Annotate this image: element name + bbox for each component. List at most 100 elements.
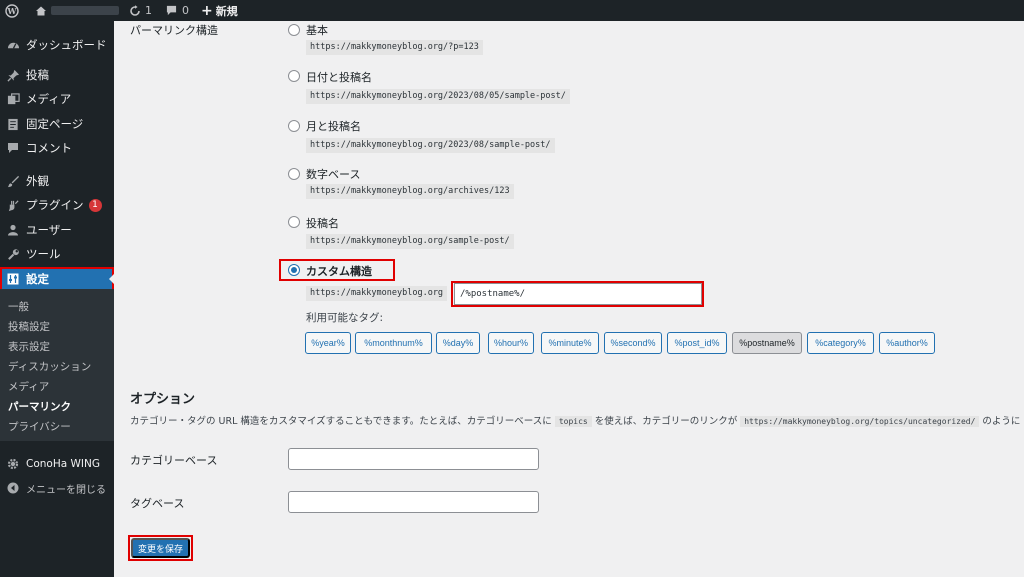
sidebar-item-tools[interactable]: ツール bbox=[0, 242, 114, 266]
radio-day-name[interactable] bbox=[288, 70, 300, 82]
sidebar-item-label: ツール bbox=[26, 247, 61, 261]
save-changes-button[interactable]: 変更を保存 bbox=[131, 538, 190, 558]
new-label: 新規 bbox=[215, 4, 238, 18]
option-label-plain: 基本 bbox=[306, 24, 328, 37]
radio-post-name[interactable] bbox=[288, 216, 300, 228]
option-label-post-name: 投稿名 bbox=[306, 217, 339, 230]
sidebar-item-pages[interactable]: 固定ページ bbox=[0, 112, 114, 136]
updates-count: 1 bbox=[145, 4, 152, 17]
plus-icon: + bbox=[201, 2, 213, 19]
tag-base-input[interactable] bbox=[288, 491, 539, 513]
updates-icon bbox=[129, 4, 141, 17]
options-desc-code-url: https://makkymoneyblog.org/topics/uncate… bbox=[740, 416, 980, 427]
tag-year-button[interactable]: %year% bbox=[305, 332, 351, 354]
tag-second-button[interactable]: %second% bbox=[604, 332, 662, 354]
submenu-media[interactable]: メディア bbox=[8, 379, 49, 394]
svg-text:W: W bbox=[7, 6, 18, 16]
tag-monthnum-button[interactable]: %monthnum% bbox=[355, 332, 432, 354]
sidebar-item-label: ConoHa WING bbox=[26, 458, 100, 470]
sidebar-item-label: 固定ページ bbox=[26, 117, 84, 131]
submenu-privacy[interactable]: プライバシー bbox=[8, 419, 71, 434]
wordpress-logo-icon[interactable]: W bbox=[5, 0, 19, 21]
options-desc-text-2: を使えば、カテゴリーのリンクが bbox=[594, 416, 738, 427]
permalink-structure-label: パーマリンク構造 bbox=[130, 24, 218, 37]
sidebar-item-label: 投稿 bbox=[26, 68, 49, 82]
sidebar-item-label: 外観 bbox=[26, 174, 49, 188]
sidebar-item-users[interactable]: ユーザー bbox=[0, 218, 114, 242]
dashboard-icon bbox=[6, 38, 20, 52]
submenu-reading[interactable]: 表示設定 bbox=[8, 339, 50, 354]
sidebar-item-media[interactable]: メディア bbox=[0, 87, 114, 111]
radio-custom[interactable] bbox=[288, 264, 300, 276]
sidebar-item-settings[interactable]: 設定 bbox=[0, 267, 114, 291]
sidebar-item-conoha[interactable]: ConoHa WING bbox=[0, 452, 114, 476]
radio-month-name[interactable] bbox=[288, 120, 300, 132]
submenu-general[interactable]: 一般 bbox=[8, 299, 29, 314]
sidebar-item-plugins[interactable]: プラグイン 1 bbox=[0, 193, 114, 217]
sidebar-item-label: メディア bbox=[26, 92, 72, 106]
category-base-label: カテゴリーベース bbox=[130, 454, 218, 467]
collapse-arrow-icon bbox=[6, 481, 20, 495]
settings-icon bbox=[6, 272, 20, 286]
settings-submenu: 一般 投稿設定 表示設定 ディスカッション メディア パーマリンク プライバシー bbox=[0, 289, 114, 441]
admin-sidebar: ダッシュボード 投稿 メディア 固定ページ コメント 外観 プラグイン 1 ユー… bbox=[0, 21, 114, 577]
media-icon bbox=[6, 92, 20, 106]
comments-link[interactable]: 0 bbox=[166, 0, 189, 21]
radio-plain[interactable] bbox=[288, 24, 300, 36]
example-url-day-name: https://makkymoneyblog.org/2023/08/05/sa… bbox=[306, 89, 570, 104]
new-content-link[interactable]: + 新規 bbox=[201, 0, 238, 21]
plugin-icon bbox=[6, 198, 20, 212]
sidebar-item-posts[interactable]: 投稿 bbox=[0, 63, 114, 87]
pin-icon bbox=[6, 68, 20, 82]
radio-numeric[interactable] bbox=[288, 168, 300, 180]
submenu-permalinks[interactable]: パーマリンク bbox=[8, 399, 71, 414]
example-url-post-name: https://makkymoneyblog.org/sample-post/ bbox=[306, 234, 514, 249]
option-label-custom: カスタム構造 bbox=[306, 265, 372, 278]
tag-hour-button[interactable]: %hour% bbox=[488, 332, 534, 354]
example-url-plain: https://makkymoneyblog.org/?p=123 bbox=[306, 40, 483, 55]
comment-bubble-icon bbox=[166, 5, 177, 16]
tag-category-button[interactable]: %category% bbox=[807, 332, 874, 354]
wrench-icon bbox=[6, 247, 20, 261]
sidebar-item-label: ダッシュボード bbox=[26, 38, 107, 52]
options-desc-text-1: カテゴリー・タグの URL 構造をカスタマイズすることもできます。たとえば、カテ… bbox=[130, 416, 552, 427]
submenu-discussion[interactable]: ディスカッション bbox=[8, 359, 91, 374]
collapse-menu-button[interactable]: メニューを閉じる bbox=[0, 476, 114, 500]
tag-day-button[interactable]: %day% bbox=[436, 332, 480, 354]
options-description: カテゴリー・タグの URL 構造をカスタマイズすることもできます。たとえば、カテ… bbox=[130, 414, 1024, 429]
example-url-month-name: https://makkymoneyblog.org/2023/08/sampl… bbox=[306, 138, 555, 153]
tag-postname-button[interactable]: %postname% bbox=[732, 332, 802, 354]
tag-minute-button[interactable]: %minute% bbox=[541, 332, 599, 354]
admin-bar: W 1 0 + 新規 bbox=[0, 0, 1024, 21]
tag-base-label: タグベース bbox=[130, 497, 185, 510]
example-url-numeric: https://makkymoneyblog.org/archives/123 bbox=[306, 184, 514, 199]
sidebar-item-comments[interactable]: コメント bbox=[0, 136, 114, 160]
updates-link[interactable]: 1 bbox=[129, 0, 152, 21]
submenu-writing[interactable]: 投稿設定 bbox=[8, 319, 50, 334]
plugin-update-badge: 1 bbox=[88, 198, 102, 212]
option-label-numeric: 数字ベース bbox=[306, 168, 361, 181]
options-heading: オプション bbox=[130, 392, 196, 407]
comments-count: 0 bbox=[182, 4, 189, 17]
tag-author-button[interactable]: %author% bbox=[879, 332, 935, 354]
comment-icon bbox=[6, 141, 20, 155]
sidebar-item-appearance[interactable]: 外観 bbox=[0, 169, 114, 193]
options-desc-code-topics: topics bbox=[554, 416, 592, 427]
category-base-input[interactable] bbox=[288, 448, 539, 470]
custom-structure-input[interactable]: /%postname%/ bbox=[454, 283, 702, 305]
site-name[interactable] bbox=[51, 6, 119, 15]
available-tags-label: 利用可能なタグ: bbox=[306, 312, 384, 324]
options-desc-text-3: のように bbox=[982, 416, 1021, 427]
option-label-day-name: 日付と投稿名 bbox=[306, 71, 372, 84]
sidebar-item-label: ユーザー bbox=[26, 223, 72, 237]
sidebar-item-label: プラグイン bbox=[26, 198, 84, 212]
gear-icon bbox=[6, 457, 20, 471]
user-icon bbox=[6, 223, 20, 237]
sidebar-item-label: 設定 bbox=[26, 272, 49, 286]
sidebar-item-dashboard[interactable]: ダッシュボード bbox=[0, 33, 114, 57]
main-content: パーマリンク構造 基本 https://makkymoneyblog.org/?… bbox=[114, 21, 1024, 577]
page-icon bbox=[6, 117, 20, 131]
collapse-label: メニューを閉じる bbox=[26, 484, 106, 496]
home-icon[interactable] bbox=[35, 0, 47, 21]
tag-post-id-button[interactable]: %post_id% bbox=[667, 332, 727, 354]
